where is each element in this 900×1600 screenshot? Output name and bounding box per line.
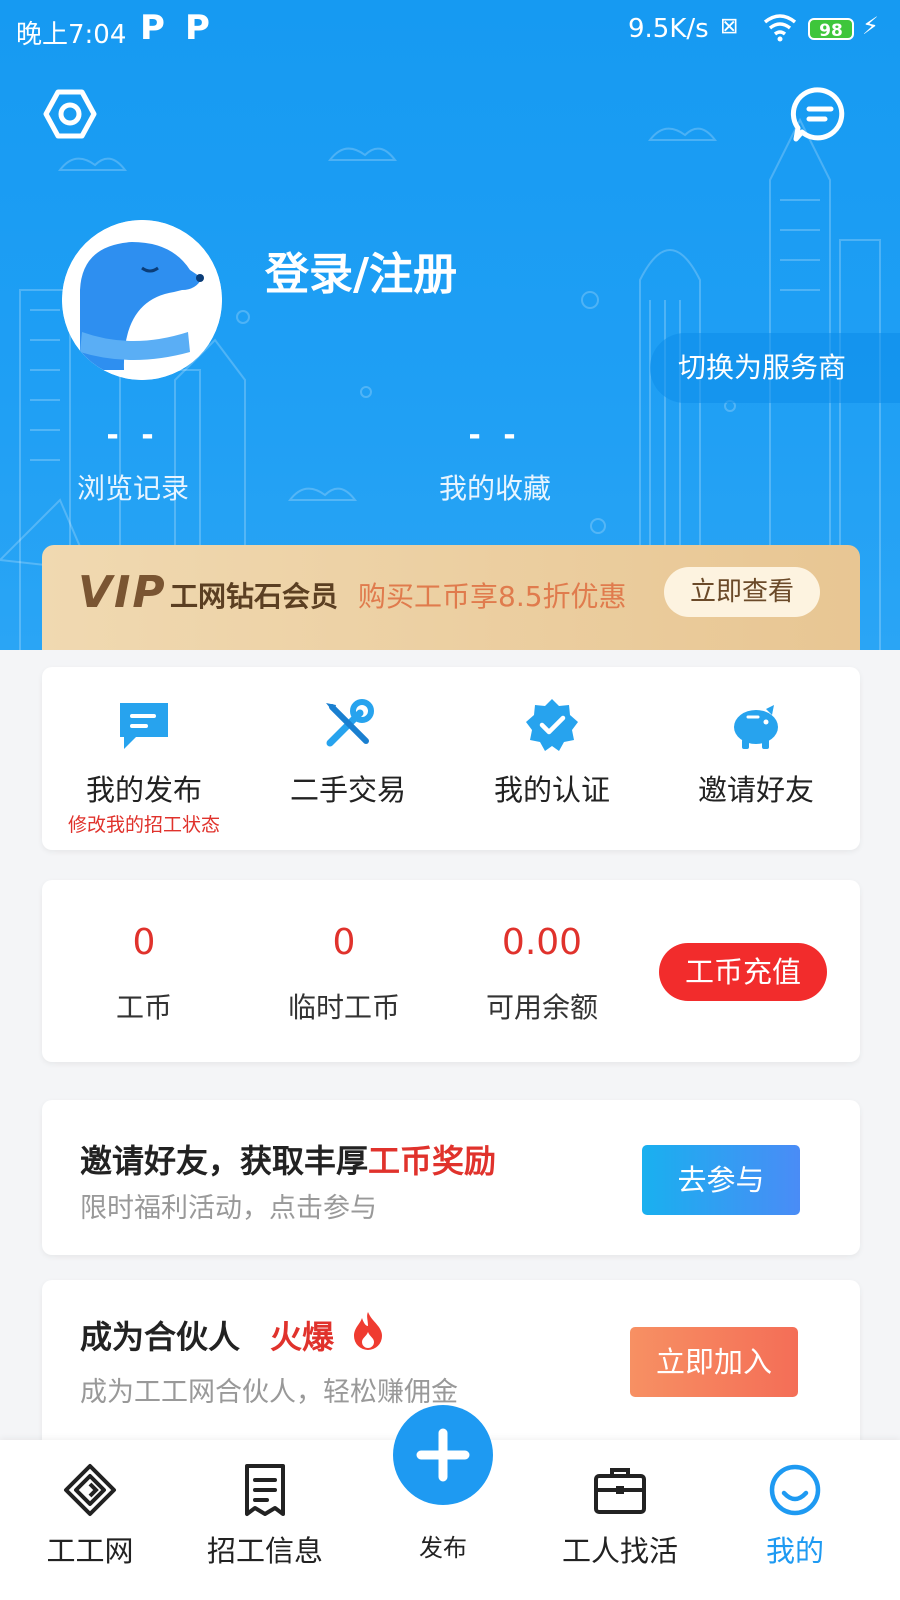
network-speed: 9.5K/s <box>628 14 709 44</box>
vip-banner[interactable]: VIP 工网钻石会员 购买工币享8.5折优惠 立即查看 <box>42 545 860 650</box>
tab-label: 工工网 <box>46 1534 134 1568</box>
invite-promo-card[interactable]: 邀请好友，获取丰厚工币奖励 限时福利活动，点击参与 去参与 <box>42 1100 860 1255</box>
verified-badge-icon <box>526 699 578 751</box>
participate-button[interactable]: 去参与 <box>642 1145 800 1215</box>
favorites-label: 我的收藏 <box>438 472 551 505</box>
recharge-button[interactable]: 工币充值 <box>659 943 827 1001</box>
menu-item-sublabel: 修改我的招工状态 <box>67 814 220 836</box>
tab-label: 工人找活 <box>561 1534 678 1568</box>
battery-icon: 98 <box>808 18 854 41</box>
browse-history-count: - - <box>106 418 160 453</box>
login-register-link[interactable]: 登录/注册 <box>265 238 457 302</box>
join-now-button[interactable]: 立即加入 <box>630 1327 798 1397</box>
wifi-icon <box>763 14 797 42</box>
tab-find-work[interactable]: 工人找活 <box>530 1440 710 1600</box>
browse-history-stat[interactable]: - - 浏览记录 <box>48 418 218 507</box>
wallet-card: 0 工币 0 临时工币 0.00 可用余额 工币充值 <box>42 880 860 1062</box>
tab-home[interactable]: 工工网 <box>0 1440 180 1600</box>
menu-item-my-posts[interactable]: 我的发布 修改我的招工状态 <box>42 667 246 850</box>
invite-title-prefix: 邀请好友，获取丰厚 <box>80 1142 369 1180</box>
document-icon <box>245 1464 285 1516</box>
profile-header: 晚上7:04 P P 9.5K/s ⊠ 98 ⚡ 登录/注册 切换为服务商 - … <box>0 0 900 650</box>
briefcase-icon <box>594 1468 646 1514</box>
notification-p-icon: P <box>185 8 210 48</box>
plus-icon <box>416 1428 470 1482</box>
vip-logo: VIP <box>78 567 167 618</box>
temp-coins-value: 0 <box>332 922 356 963</box>
favorites-stat[interactable]: - - 我的收藏 <box>410 418 580 507</box>
tab-recruitment[interactable]: 招工信息 <box>175 1440 355 1600</box>
message-icon[interactable] <box>790 84 850 144</box>
vip-view-button[interactable]: 立即查看 <box>664 567 820 617</box>
tab-label: 招工信息 <box>206 1534 323 1568</box>
partner-title: 成为合伙人 <box>80 1318 241 1356</box>
smile-icon <box>769 1464 821 1516</box>
message-square-icon <box>120 703 168 749</box>
diamond-logo-icon <box>64 1464 116 1516</box>
balance-stat[interactable]: 0.00 可用余额 <box>440 880 644 1062</box>
balance-label: 可用余额 <box>485 991 598 1024</box>
browse-history-label: 浏览记录 <box>76 472 189 505</box>
balance-value: 0.00 <box>501 922 583 963</box>
status-time: 晚上7:04 <box>16 20 127 50</box>
menu-item-second-hand[interactable]: 二手交易 <box>246 667 450 850</box>
temp-coins-label: 临时工币 <box>287 991 400 1024</box>
avatar[interactable] <box>62 220 222 380</box>
menu-item-certification[interactable]: 我的认证 <box>450 667 654 850</box>
invite-title: 邀请好友，获取丰厚工币奖励 <box>80 1136 496 1182</box>
post-label: 发布 <box>419 1534 467 1562</box>
coins-value: 0 <box>132 922 156 963</box>
sim-icon: ⊠ <box>720 14 739 39</box>
invite-subtitle: 限时福利活动，点击参与 <box>80 1193 377 1224</box>
coins-label: 工币 <box>115 991 172 1024</box>
hot-label: 火爆 <box>270 1318 335 1356</box>
menu-item-invite-friends[interactable]: 邀请好友 <box>654 667 858 850</box>
switch-to-provider-button[interactable]: 切换为服务商 <box>650 333 900 403</box>
notification-p-icon: P <box>140 8 165 48</box>
tab-mine[interactable]: 我的 <box>705 1440 885 1600</box>
vip-title: 工网钻石会员 <box>170 580 339 613</box>
function-menu: 我的发布 修改我的招工状态 二手交易 我的认证 邀请好友 <box>42 667 860 850</box>
tools-icon <box>326 699 374 747</box>
vip-promo: 购买工币享8.5折优惠 <box>358 580 627 613</box>
menu-item-label: 二手交易 <box>289 773 406 807</box>
fire-icon <box>354 1312 382 1350</box>
partner-subtitle: 成为工工网合伙人，轻松赚佣金 <box>80 1377 458 1408</box>
piggy-bank-icon <box>734 705 778 749</box>
menu-item-label: 邀请好友 <box>697 773 814 807</box>
temp-coins-stat[interactable]: 0 临时工币 <box>242 880 446 1062</box>
mascot-avatar-icon <box>62 220 222 380</box>
favorites-count: - - <box>468 418 522 453</box>
charging-icon: ⚡ <box>862 12 879 40</box>
invite-title-highlight: 工币奖励 <box>368 1142 497 1180</box>
coins-stat[interactable]: 0 工币 <box>42 880 246 1062</box>
menu-item-label: 我的发布 <box>85 773 202 807</box>
status-bar: 晚上7:04 P P 9.5K/s ⊠ 98 ⚡ <box>0 0 900 62</box>
tab-label: 我的 <box>765 1534 824 1568</box>
settings-icon[interactable] <box>40 84 100 144</box>
post-button[interactable] <box>393 1405 493 1505</box>
menu-item-label: 我的认证 <box>493 773 610 807</box>
